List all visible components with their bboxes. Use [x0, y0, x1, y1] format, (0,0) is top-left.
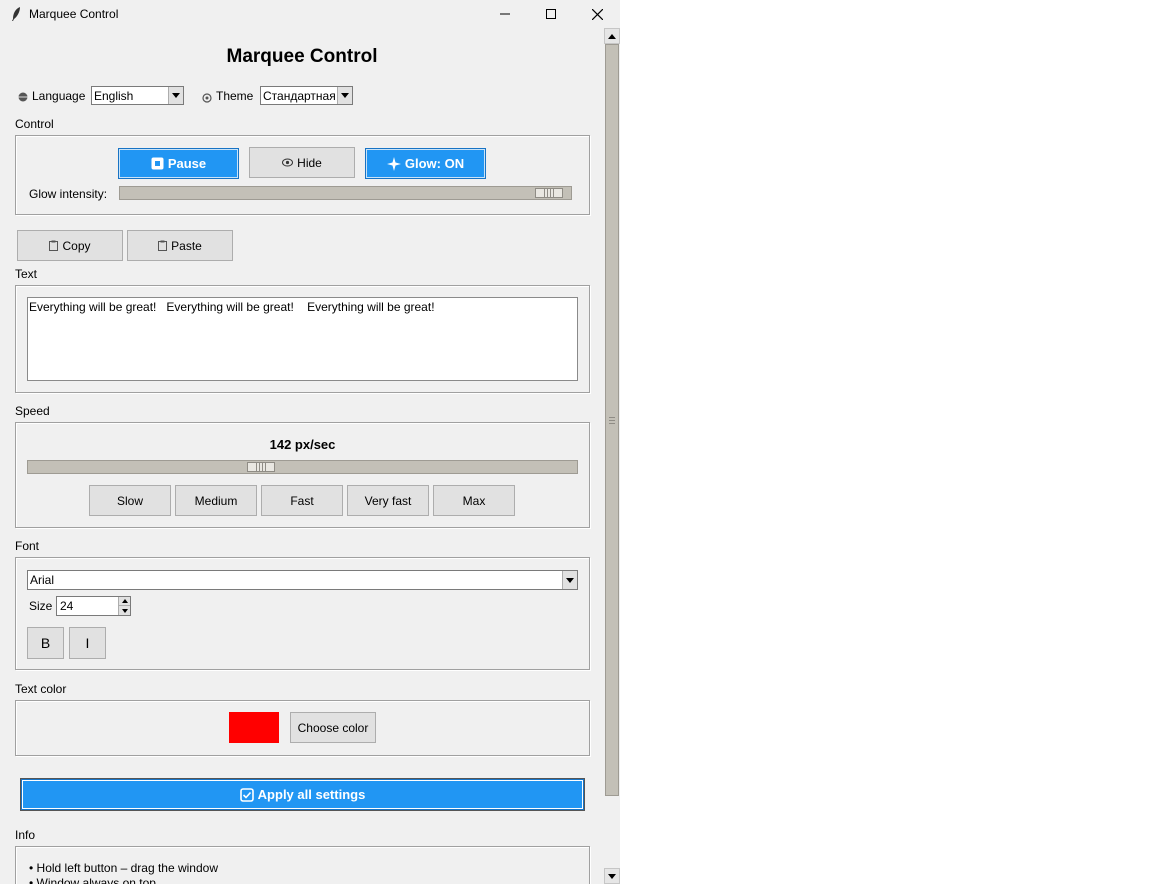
- apply-all-settings-button[interactable]: Apply all settings: [21, 779, 584, 810]
- text-section-label: Text: [15, 267, 38, 281]
- chevron-down-icon: [341, 93, 349, 98]
- language-select[interactable]: English: [91, 86, 184, 105]
- pause-icon: [151, 157, 164, 170]
- maximize-icon: [546, 9, 556, 19]
- theme-label: Theme: [216, 89, 254, 103]
- bold-button[interactable]: B: [27, 627, 64, 659]
- close-button[interactable]: [574, 0, 620, 28]
- scrollbar-thumb[interactable]: [605, 44, 619, 796]
- font-size-label: Size: [29, 599, 53, 613]
- pause-button[interactable]: Pause: [118, 148, 239, 179]
- hide-label: Hide: [297, 155, 322, 170]
- copy-button[interactable]: Copy: [17, 230, 123, 261]
- speed-preset-label: Fast: [290, 493, 314, 508]
- palette-icon: [202, 93, 212, 103]
- italic-label: I: [85, 635, 90, 651]
- eye-icon: [282, 158, 294, 167]
- choose-color-label: Choose color: [297, 720, 369, 735]
- window-title: Marquee Control: [29, 7, 119, 21]
- italic-button[interactable]: I: [69, 627, 106, 659]
- font-family-value: Arial: [30, 573, 55, 587]
- chevron-down-icon: [121, 608, 128, 613]
- glow-intensity-slider-thumb[interactable]: [535, 188, 563, 198]
- glow-label: Glow: ON: [404, 156, 465, 171]
- language-value: English: [94, 89, 134, 103]
- control-section-label: Control: [15, 117, 54, 131]
- chevron-down-icon: [172, 93, 180, 98]
- font-family-select[interactable]: Arial: [27, 570, 578, 590]
- speed-preset-label: Slow: [116, 493, 143, 508]
- sparkle-icon: [386, 156, 401, 171]
- info-section-label: Info: [15, 828, 36, 842]
- speed-preset-label: Very fast: [364, 493, 412, 508]
- feather-app-icon: [12, 7, 20, 21]
- paste-label: Paste: [171, 238, 202, 253]
- info-line: • Window always on top: [29, 876, 156, 884]
- bold-label: B: [40, 635, 51, 651]
- font-family-dropdown-button[interactable]: [562, 571, 577, 589]
- info-line: • Hold left button – drag the window: [29, 861, 218, 875]
- theme-value: Стандартная: [263, 89, 336, 103]
- marquee-text-input[interactable]: Everything will be great! Everything wil…: [27, 297, 578, 381]
- speed-preset-slow-button[interactable]: Slow: [89, 485, 171, 516]
- chevron-up-icon: [608, 33, 616, 39]
- theme-dropdown-button[interactable]: [337, 87, 352, 104]
- maximize-button[interactable]: [528, 0, 574, 28]
- minimize-icon: [500, 13, 510, 15]
- chevron-down-icon: [608, 873, 616, 879]
- minimize-button[interactable]: [482, 0, 528, 28]
- pause-label: Pause: [167, 156, 207, 171]
- scroll-up-button[interactable]: [604, 28, 620, 44]
- color-swatch: [229, 712, 279, 743]
- font-size-value: 24: [60, 599, 74, 613]
- vertical-scrollbar[interactable]: [604, 28, 620, 884]
- hide-button[interactable]: Hide: [249, 147, 355, 178]
- chevron-up-icon: [121, 599, 128, 603]
- copy-label: Copy: [62, 238, 91, 253]
- speed-slider[interactable]: [27, 460, 578, 474]
- glow-intensity-label: Glow intensity:: [29, 187, 108, 201]
- glow-toggle-button[interactable]: Glow: ON: [365, 148, 486, 179]
- language-label: Language: [32, 89, 86, 103]
- marquee-control-window: Marquee Control Marquee Control Language…: [0, 0, 620, 884]
- theme-select[interactable]: Стандартная: [260, 86, 353, 105]
- paste-button[interactable]: Paste: [127, 230, 233, 261]
- language-dropdown-button[interactable]: [168, 87, 183, 104]
- speed-preset-medium-button[interactable]: Medium: [175, 485, 257, 516]
- speed-preset-max-button[interactable]: Max: [433, 485, 515, 516]
- speed-section-label: Speed: [15, 404, 50, 418]
- checkbox-icon: [239, 787, 254, 802]
- page-title: Marquee Control: [226, 46, 378, 67]
- speed-preset-label: Max: [462, 493, 486, 508]
- font-section-label: Font: [15, 539, 40, 553]
- speed-slider-thumb[interactable]: [247, 462, 275, 472]
- title-bar[interactable]: Marquee Control: [0, 0, 620, 28]
- clipboard-icon: [49, 240, 59, 251]
- glow-intensity-slider[interactable]: [119, 186, 572, 200]
- globe-icon: [18, 92, 28, 102]
- speed-preset-fast-button[interactable]: Fast: [261, 485, 343, 516]
- choose-color-button[interactable]: Choose color: [290, 712, 376, 743]
- speed-value: 142 px/sec: [269, 437, 336, 452]
- scroll-down-button[interactable]: [604, 868, 620, 884]
- text-color-section-label: Text color: [15, 682, 67, 696]
- spin-down-button[interactable]: [118, 606, 130, 615]
- spin-up-button[interactable]: [118, 597, 130, 606]
- close-icon: [591, 8, 603, 20]
- apply-label: Apply all settings: [257, 787, 366, 802]
- clipboard-icon: [158, 240, 168, 251]
- speed-preset-label: Medium: [194, 493, 238, 508]
- speed-preset-very-fast-button[interactable]: Very fast: [347, 485, 429, 516]
- chevron-down-icon: [566, 577, 574, 583]
- font-size-spinbox[interactable]: 24: [56, 596, 131, 616]
